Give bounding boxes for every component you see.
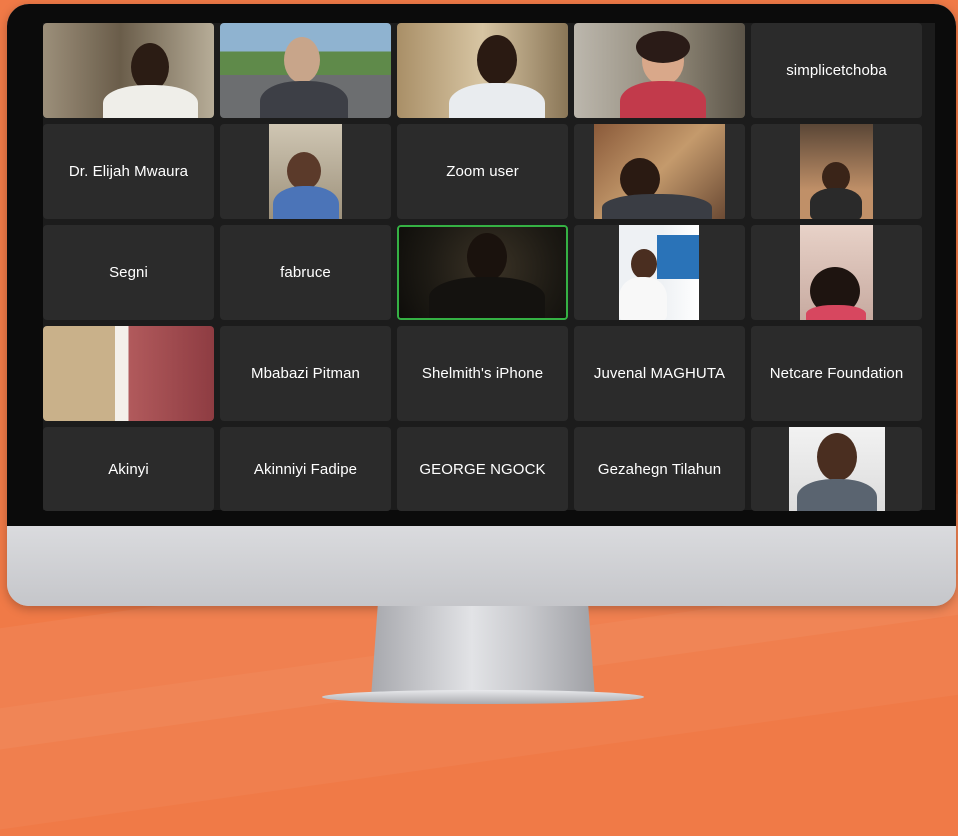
participant-name: Akinniyi Fadipe xyxy=(253,460,358,478)
participant-video-tile[interactable] xyxy=(43,326,214,421)
participant-name: Juvenal MAGHUTA xyxy=(593,365,726,382)
participant-video-tile[interactable] xyxy=(220,23,391,118)
participant-video xyxy=(269,124,342,219)
participant-video xyxy=(619,225,699,320)
participant-video-tile[interactable] xyxy=(397,23,568,118)
participant-video xyxy=(800,124,873,219)
participant-video-tile[interactable] xyxy=(751,225,922,320)
participant-name: Netcare Foundation xyxy=(769,365,904,382)
participant-video-tile[interactable] xyxy=(574,124,745,219)
participant-name-tile[interactable]: Mbabazi Pitman xyxy=(220,326,391,421)
participant-video-tile-active-speaker[interactable] xyxy=(397,225,568,320)
participant-name: Akinyi xyxy=(108,460,149,478)
participant-name: fabruce xyxy=(280,264,331,281)
participant-name-tile[interactable]: GEORGE NGOCK xyxy=(397,427,568,511)
participant-name-tile[interactable]: Zoom user xyxy=(397,124,568,219)
participant-video xyxy=(220,23,391,118)
participant-name: GEORGE NGOCK xyxy=(419,460,546,478)
participant-name: simplicetchoba xyxy=(786,62,887,79)
participant-video-tile[interactable] xyxy=(43,23,214,118)
participant-video xyxy=(800,225,873,320)
participant-video xyxy=(397,23,568,118)
participant-name-tile[interactable]: Dr. Elijah Mwaura xyxy=(43,124,214,219)
participant-name: Shelmith's iPhone xyxy=(421,365,544,382)
participant-name-tile[interactable]: Gezahegn Tilahun xyxy=(574,427,745,511)
participant-video xyxy=(789,427,885,511)
monitor-stand xyxy=(371,606,595,698)
participant-video-tile[interactable] xyxy=(574,23,745,118)
participant-name-tile[interactable]: Akinniyi Fadipe xyxy=(220,427,391,511)
participant-video xyxy=(574,23,745,118)
monitor-screen: simplicetchoba Dr. Elijah Mwaura Zoom us… xyxy=(7,4,956,526)
gallery-grid: simplicetchoba Dr. Elijah Mwaura Zoom us… xyxy=(43,23,935,511)
participant-name-tile[interactable]: Akinyi xyxy=(43,427,214,511)
participant-video-tile[interactable] xyxy=(751,427,922,511)
participant-name-tile[interactable]: Juvenal MAGHUTA xyxy=(574,326,745,421)
participant-name: Zoom user xyxy=(446,163,519,180)
participant-video xyxy=(399,227,566,318)
monitor: simplicetchoba Dr. Elijah Mwaura Zoom us… xyxy=(7,4,956,606)
monitor-chin xyxy=(7,526,956,606)
participant-video xyxy=(43,23,214,118)
participant-name-tile[interactable]: Shelmith's iPhone xyxy=(397,326,568,421)
participant-name-tile[interactable]: simplicetchoba xyxy=(751,23,922,118)
participant-name: Gezahegn Tilahun xyxy=(597,460,722,478)
participant-name-tile[interactable]: fabruce xyxy=(220,225,391,320)
participant-video-tile[interactable] xyxy=(574,225,745,320)
monitor-stand-base xyxy=(322,690,644,704)
participant-video xyxy=(43,326,214,421)
participant-name: Mbabazi Pitman xyxy=(251,365,360,382)
participant-name-tile[interactable]: Segni xyxy=(43,225,214,320)
participant-name: Segni xyxy=(109,264,148,281)
participant-name-tile[interactable]: Netcare Foundation xyxy=(751,326,922,421)
participant-video-tile[interactable] xyxy=(220,124,391,219)
participant-video-tile[interactable] xyxy=(751,124,922,219)
participant-video xyxy=(594,124,725,219)
participant-name: Dr. Elijah Mwaura xyxy=(68,163,189,180)
hospital-sign xyxy=(657,235,699,279)
